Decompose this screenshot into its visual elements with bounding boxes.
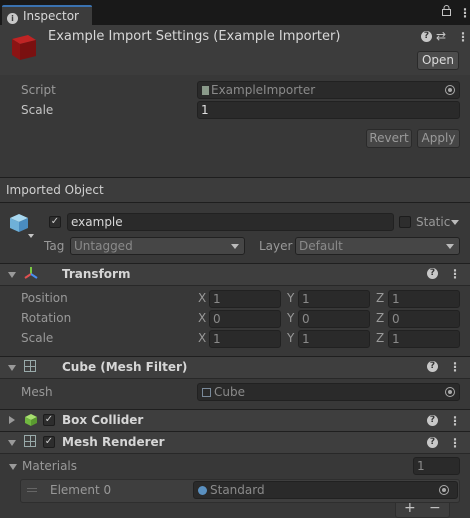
revert-button[interactable]: Revert: [366, 129, 412, 148]
axis-x-label: X: [198, 331, 207, 345]
remove-element-button[interactable]: −: [429, 500, 441, 516]
component-menu-icon[interactable]: ⋮: [449, 361, 461, 373]
mesh-value: Cube: [214, 385, 245, 399]
component-menu-icon[interactable]: ⋮: [449, 437, 461, 449]
script-label: Script: [21, 83, 56, 97]
transform-title: Transform: [62, 267, 131, 281]
help-icon[interactable]: ?: [427, 415, 438, 426]
drag-handle-icon[interactable]: [27, 488, 37, 489]
foldout-closed-icon[interactable]: [9, 416, 15, 424]
position-y-input[interactable]: 1: [298, 290, 370, 308]
materials-count-input[interactable]: 1: [413, 457, 460, 475]
mesh-label: Mesh: [21, 385, 53, 399]
chevron-down-icon: [231, 244, 239, 249]
help-icon[interactable]: ?: [427, 268, 438, 279]
open-button[interactable]: Open: [417, 51, 459, 70]
material-value: Standard: [210, 483, 265, 497]
mesh-icon: [202, 388, 211, 397]
info-icon: i: [7, 13, 18, 24]
script-field: ExampleImporter: [197, 81, 460, 99]
help-icon[interactable]: ?: [421, 31, 432, 42]
help-icon[interactable]: ?: [427, 361, 438, 372]
chevron-down-icon: [446, 244, 454, 249]
position-z-input[interactable]: 1: [388, 290, 460, 308]
mesh-renderer-enabled-checkbox[interactable]: ✓: [43, 436, 55, 448]
box-collider-icon: [24, 413, 38, 430]
scale-x-input[interactable]: 1: [209, 330, 281, 348]
foldout-open-icon[interactable]: [8, 365, 16, 371]
mesh-renderer-icon: [24, 435, 36, 447]
mesh-field[interactable]: Cube: [197, 383, 460, 401]
static-checkbox[interactable]: [399, 216, 411, 228]
layer-dropdown[interactable]: Default: [295, 237, 460, 255]
rotation-y-input[interactable]: 0: [298, 310, 370, 328]
foldout-open-icon[interactable]: [8, 272, 16, 278]
axis-z-label: Z: [376, 311, 385, 325]
position-label: Position: [21, 291, 68, 305]
object-picker-icon[interactable]: [445, 85, 455, 95]
box-collider-enabled-checkbox[interactable]: ✓: [43, 414, 55, 426]
tag-label: Tag: [44, 239, 65, 253]
scale-z-input[interactable]: 1: [388, 330, 460, 348]
scale-row-label: Scale: [21, 331, 54, 345]
static-label: Static: [416, 215, 451, 229]
header-title: Example Import Settings (Example Importe…: [48, 29, 341, 44]
scale-label: Scale: [21, 103, 54, 117]
layer-label: Layer: [259, 239, 293, 253]
mesh-renderer-title: Mesh Renderer: [62, 435, 165, 449]
rotation-x-input[interactable]: 0: [209, 310, 281, 328]
script-file-icon: [202, 86, 209, 95]
object-picker-icon[interactable]: [445, 387, 455, 397]
mesh-filter-icon: [24, 360, 36, 372]
window-menu-icon[interactable]: ⋮: [459, 7, 470, 19]
material-icon: [198, 486, 207, 495]
axis-y-label: Y: [287, 291, 295, 305]
materials-label: Materials: [22, 459, 78, 473]
gameobject-name-input[interactable]: example: [67, 213, 394, 231]
add-element-button[interactable]: +: [404, 500, 416, 516]
imported-object-label: Imported Object: [6, 183, 104, 197]
object-picker-icon[interactable]: [439, 485, 449, 495]
prefab-icon[interactable]: [8, 212, 34, 238]
position-x-input[interactable]: 1: [209, 290, 281, 308]
rotation-label: Rotation: [21, 311, 72, 325]
header-menu-icon[interactable]: ⋮: [457, 31, 469, 43]
box-collider-title: Box Collider: [62, 413, 144, 427]
axis-x-label: X: [198, 311, 207, 325]
axis-z-label: Z: [376, 331, 385, 345]
element-label: Element 0: [50, 483, 112, 497]
static-dropdown-icon[interactable]: [451, 220, 459, 225]
apply-button[interactable]: Apply: [417, 129, 460, 148]
axis-x-label: X: [198, 291, 207, 305]
component-menu-icon[interactable]: ⋮: [449, 268, 461, 280]
materials-foldout-icon[interactable]: [9, 464, 17, 470]
foldout-open-icon[interactable]: [8, 440, 16, 446]
material-field[interactable]: Standard: [193, 481, 458, 499]
tab-label: Inspector: [23, 9, 79, 23]
scale-y-input[interactable]: 1: [298, 330, 370, 348]
tab-inspector[interactable]: i Inspector: [2, 5, 92, 25]
active-checkbox[interactable]: ✓: [49, 216, 61, 228]
rotation-z-input[interactable]: 0: [388, 310, 460, 328]
axis-y-label: Y: [287, 331, 295, 345]
asset-cube-icon: [8, 31, 40, 61]
help-icon[interactable]: ?: [427, 437, 438, 448]
tag-dropdown[interactable]: Untagged: [70, 237, 245, 255]
transform-icon: [24, 266, 38, 283]
component-menu-icon[interactable]: ⋮: [449, 415, 461, 427]
axis-z-label: Z: [376, 291, 385, 305]
mesh-filter-title: Cube (Mesh Filter): [62, 360, 188, 374]
lock-icon[interactable]: [442, 5, 451, 20]
axis-y-label: Y: [287, 311, 295, 325]
scale-input[interactable]: 1: [197, 101, 460, 119]
presets-icon[interactable]: ⇄: [436, 29, 446, 43]
script-value: ExampleImporter: [211, 83, 316, 97]
